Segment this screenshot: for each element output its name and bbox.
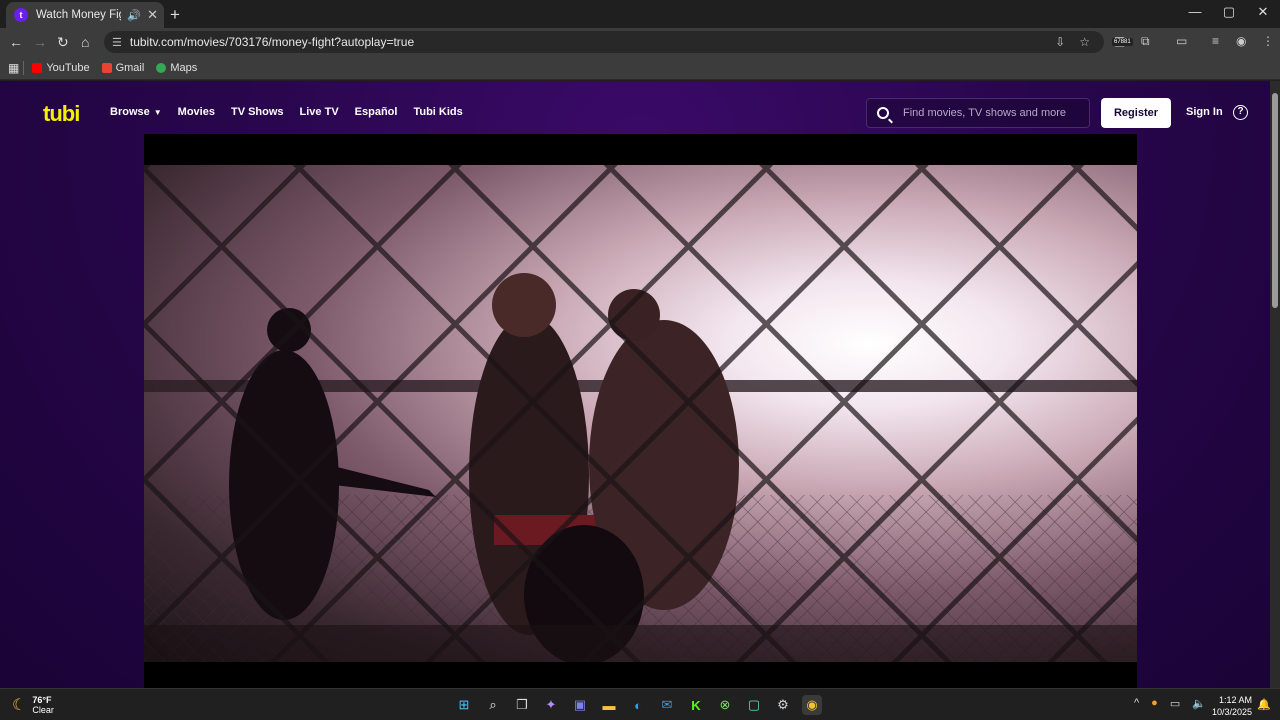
teams-icon[interactable]: ▣ [570, 695, 590, 715]
video-player[interactable] [144, 134, 1137, 688]
register-button[interactable]: Register [1101, 98, 1171, 128]
extension-badge: 67881 [1112, 38, 1133, 46]
bookmark-label: Maps [170, 61, 198, 74]
file-explorer-icon[interactable]: ▬ [599, 695, 619, 715]
tab-close-icon[interactable]: ✕ [147, 7, 158, 23]
scrollbar-thumb[interactable] [1272, 93, 1278, 308]
gmail-icon [101, 62, 112, 73]
tubi-page: tubi Browse ▼ Movies TV Shows Live TV Esp… [0, 81, 1280, 688]
main-nav: Browse ▼ Movies TV Shows Live TV Español … [110, 106, 463, 118]
tab-search-icon[interactable]: ▭ [1176, 34, 1187, 48]
nav-movies[interactable]: Movies [178, 106, 215, 118]
media-control-icon[interactable]: ≡ [1212, 34, 1219, 48]
reload-button[interactable]: ↻ [57, 34, 69, 51]
chrome-icon[interactable]: ◉ [802, 695, 822, 715]
clock-date: 10/3/2025 [1212, 707, 1253, 717]
minimize-button[interactable]: — [1178, 4, 1212, 20]
nav-live-tv[interactable]: Live TV [300, 106, 339, 118]
clock[interactable]: 1:12 AM 10/3/2025 [1212, 694, 1252, 718]
home-button[interactable]: ⌂ [81, 34, 89, 50]
windows-start-icon[interactable]: ⊞ [454, 695, 474, 715]
maximize-button[interactable]: ▢ [1212, 4, 1246, 20]
help-icon[interactable]: ? [1233, 105, 1248, 120]
browser-tab[interactable]: t Watch Money Fight (2012) 🔊 ✕ [6, 2, 164, 28]
notification-bell-icon[interactable]: 🔔 [1257, 698, 1271, 711]
mail-icon[interactable]: ✉ [657, 695, 677, 715]
edge-icon[interactable]: ◐ [628, 695, 648, 715]
site-info-icon[interactable]: ☰ [112, 36, 122, 49]
bookmark-label: YouTube [46, 61, 90, 74]
windows-taskbar: ☾ 76°F Clear ⊞ ⌕ ❐ ✦ ▣ ▬ ◐ ✉ K ⊗ ▢ ⚙ ◉ ^… [0, 688, 1280, 720]
xbox-icon[interactable]: ⊗ [715, 695, 735, 715]
bookmark-maps[interactable]: Maps [156, 62, 197, 74]
tray-overflow-icon[interactable]: ^ [1134, 697, 1139, 710]
nav-espanol[interactable]: Español [355, 106, 398, 118]
bookmark-separator [23, 60, 25, 75]
close-window-button[interactable]: ✕ [1246, 4, 1280, 20]
search-box[interactable]: Find movies, TV shows and more [866, 98, 1090, 128]
volume-icon[interactable]: 🔈 [1192, 697, 1206, 710]
install-app-icon[interactable]: ⇩ [1055, 35, 1065, 49]
bookmark-star-icon[interactable]: ☆ [1079, 35, 1090, 49]
bookmark-youtube[interactable]: YouTube [32, 61, 90, 74]
video-frame[interactable] [144, 165, 1137, 662]
nav-tv-shows[interactable]: TV Shows [231, 106, 284, 118]
bookmark-label: Gmail [115, 61, 145, 74]
nav-tubi-kids[interactable]: Tubi Kids [413, 106, 462, 118]
url-text: tubitv.com/movies/703176/money-fight?aut… [129, 35, 415, 49]
steam-icon[interactable]: ⚙ [773, 695, 793, 715]
weather-temp: 76°F [32, 695, 52, 705]
bookmarks-bar: ▦ YouTube Gmail Maps [0, 56, 1280, 80]
search-icon[interactable]: ⌕ [483, 695, 503, 715]
back-button[interactable]: ← [9, 34, 23, 50]
page-scrollbar[interactable] [1270, 81, 1280, 688]
search-placeholder: Find movies, TV shows and more [903, 107, 1067, 119]
bookmark-gmail[interactable]: Gmail [101, 61, 145, 74]
task-view-icon[interactable]: ❐ [512, 695, 532, 715]
nav-browse-label: Browse [110, 106, 150, 118]
tubi-favicon-icon: t [14, 8, 28, 22]
audio-playing-icon[interactable]: 🔊 [127, 9, 141, 22]
clock-time: 1:12 AM [1219, 695, 1253, 705]
new-tab-button[interactable]: + [170, 5, 180, 25]
window-controls: — ▢ ✕ [1178, 4, 1280, 20]
extensions-puzzle-icon[interactable]: ⧉ [1141, 34, 1150, 49]
system-tray: ^ ● ▭ 🔈 [1134, 697, 1206, 710]
menu-icon[interactable]: ⋮ [1262, 34, 1274, 48]
weather-desc: Clear [32, 705, 54, 715]
sign-in-link[interactable]: Sign In [1186, 106, 1223, 118]
youtube-icon [32, 62, 43, 73]
apps-grid-icon[interactable]: ▦ [8, 61, 19, 75]
browser-toolbar: ← → ↻ ⌂ ☰ tubitv.com/movies/703176/money… [0, 28, 1280, 56]
app-icon[interactable]: ▢ [744, 695, 764, 715]
maps-icon [156, 62, 167, 73]
network-icon[interactable]: ▭ [1170, 697, 1180, 710]
taskbar-apps: ⊞ ⌕ ❐ ✦ ▣ ▬ ◐ ✉ K ⊗ ▢ ⚙ ◉ [454, 695, 822, 715]
weather-widget[interactable]: ☾ 76°F Clear [12, 695, 54, 715]
moon-icon: ☾ [12, 697, 27, 714]
caret-down-icon: ▼ [153, 108, 162, 117]
tab-strip: t Watch Money Fight (2012) 🔊 ✕ + — ▢ ✕ [0, 0, 1280, 28]
microphone-icon[interactable]: ● [1151, 697, 1158, 710]
fight-scene-image [144, 165, 1137, 662]
address-bar[interactable]: ☰ tubitv.com/movies/703176/money-fight?a… [104, 31, 1104, 53]
copilot-icon[interactable]: ✦ [541, 695, 561, 715]
tab-title: Watch Money Fight (2012) [36, 9, 121, 21]
search-icon [877, 107, 889, 119]
forward-button[interactable]: → [33, 34, 47, 50]
profile-avatar[interactable]: ◉ [1236, 34, 1246, 48]
kick-icon[interactable]: K [686, 695, 706, 715]
tubi-logo[interactable]: tubi [43, 101, 80, 127]
nav-browse[interactable]: Browse ▼ [110, 106, 162, 118]
